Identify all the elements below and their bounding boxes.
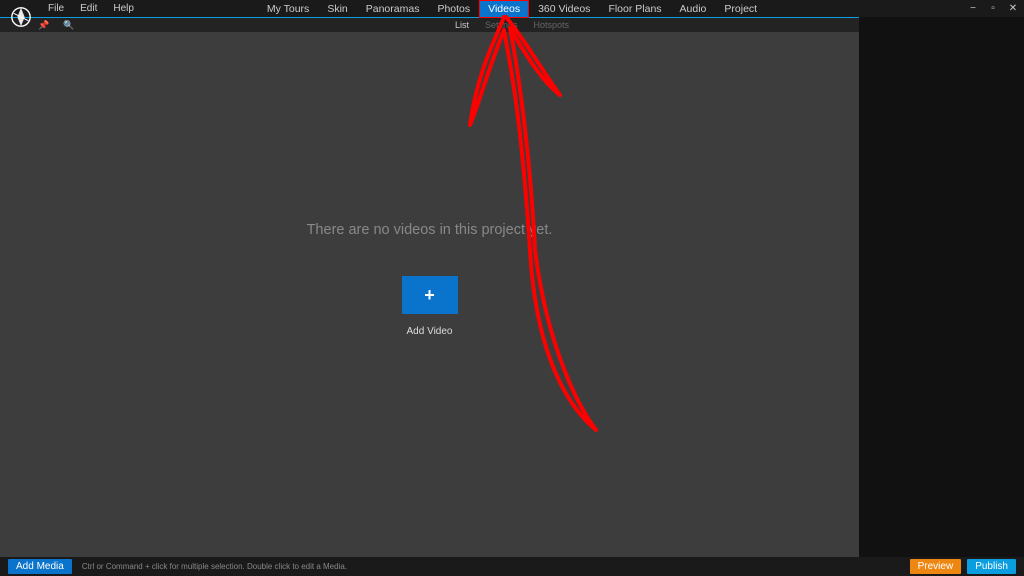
preview-button[interactable]: Preview xyxy=(910,559,962,574)
menubar: File Edit Help My Tours Skin Panoramas P… xyxy=(0,0,1024,17)
content-area: There are no videos in this project yet.… xyxy=(0,32,859,557)
menu-file[interactable]: File xyxy=(40,1,72,16)
plus-icon: + xyxy=(424,285,435,306)
tab-photos[interactable]: Photos xyxy=(428,0,479,18)
tab-360-videos[interactable]: 360 Videos xyxy=(529,0,599,18)
subtab-hotspots: Hotspots xyxy=(534,20,570,30)
file-menu: File Edit Help xyxy=(40,1,142,16)
footer: Add Media Ctrl or Command + click for mu… xyxy=(0,557,1024,576)
tab-project[interactable]: Project xyxy=(715,0,766,18)
add-video-label: Add Video xyxy=(407,326,453,337)
tab-videos[interactable]: Videos xyxy=(479,0,529,18)
app-logo xyxy=(8,3,34,31)
empty-state-message: There are no videos in this project yet. xyxy=(307,222,553,238)
window-controls: − ▫ ✕ xyxy=(968,3,1018,14)
logo-icon xyxy=(10,6,32,28)
footer-right: Preview Publish xyxy=(910,559,1016,574)
minimize-icon[interactable]: − xyxy=(968,3,978,14)
close-icon[interactable]: ✕ xyxy=(1008,3,1018,14)
search-icon[interactable]: 🔍 xyxy=(63,20,74,31)
tab-panoramas[interactable]: Panoramas xyxy=(357,0,429,18)
menu-edit[interactable]: Edit xyxy=(72,1,105,16)
pin-icon[interactable]: 📌 xyxy=(38,20,49,31)
tab-my-tours[interactable]: My Tours xyxy=(258,0,318,18)
maximize-icon[interactable]: ▫ xyxy=(988,3,998,14)
tab-floor-plans[interactable]: Floor Plans xyxy=(599,0,670,18)
menu-help[interactable]: Help xyxy=(105,1,142,16)
subtab-settings: Settings xyxy=(485,20,518,30)
add-media-button[interactable]: Add Media xyxy=(8,559,72,574)
tab-skin[interactable]: Skin xyxy=(318,0,356,18)
add-video-button[interactable]: + xyxy=(402,276,458,314)
sub-tabs: List Settings Hotspots xyxy=(455,20,569,30)
publish-button[interactable]: Publish xyxy=(967,559,1016,574)
main-tabs: My Tours Skin Panoramas Photos Videos 36… xyxy=(258,0,766,18)
footer-hint: Ctrl or Command + click for multiple sel… xyxy=(82,562,347,571)
tab-audio[interactable]: Audio xyxy=(671,0,716,18)
subtab-list[interactable]: List xyxy=(455,20,469,30)
add-video-block: + Add Video xyxy=(402,276,458,337)
right-panel xyxy=(859,17,1024,557)
